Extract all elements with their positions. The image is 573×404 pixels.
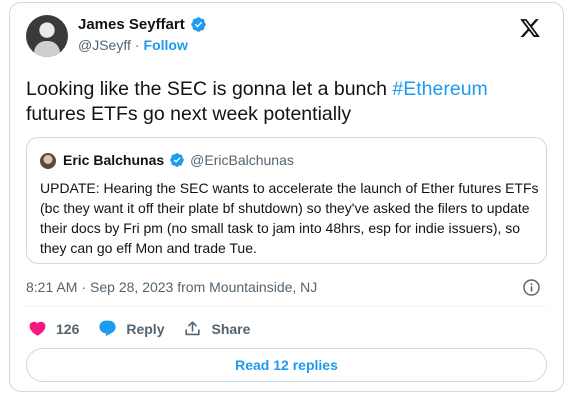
share-button[interactable]: Share [183,319,250,338]
x-logo-icon[interactable] [519,17,541,39]
divider [26,306,547,307]
info-icon[interactable] [522,278,541,297]
reply-button[interactable]: Reply [98,319,164,338]
author-handle-row: @JSeyff · Follow [78,37,188,53]
separator-dot: · [81,279,87,295]
reply-label: Reply [126,320,165,337]
like-button[interactable]: 126 [28,319,79,338]
tweet-text-part: futures ETFs go next week potentially [26,103,352,125]
share-label: Share [211,320,251,337]
hashtag-link[interactable]: #Ethereum [392,78,487,100]
quoted-tweet[interactable]: Eric Balchunas @EricBalchunas UPDATE: He… [26,137,547,264]
separator-dot: · [134,37,140,53]
verified-badge-icon [170,153,184,167]
heart-icon [29,321,46,336]
like-count: 126 [56,320,80,337]
author-handle[interactable]: @JSeyff [78,37,131,53]
tweet-time[interactable]: 8:21 AM [26,279,77,295]
quoted-author-name: Eric Balchunas [63,152,165,168]
tweet-date-location[interactable]: Sep 28, 2023 from Mountainside, NJ [90,279,317,295]
tweet-actions: 126 Reply Share [28,319,269,338]
read-replies-button[interactable]: Read 12 replies [26,348,547,382]
verified-badge-icon [190,17,206,32]
quoted-author-avatar [40,153,56,169]
author-name[interactable]: James Seyffart [78,16,185,33]
share-upload-icon [185,321,201,336]
quoted-tweet-text: UPDATE: Hearing the SEC wants to acceler… [40,180,539,256]
quoted-author-handle: @EricBalchunas [190,152,294,168]
tweet-embed-card: James Seyffart @JSeyff · Follow Looking … [9,2,564,392]
author-avatar[interactable] [26,15,68,57]
tweet-text: Looking like the SEC is gonna let a bunc… [26,77,536,127]
author-name-row: James Seyffart [78,16,207,33]
tweet-metadata: 8:21 AM · Sep 28, 2023 from Mountainside… [26,279,317,295]
tweet-text-part: Looking like the SEC is gonna let a bunc… [26,78,393,100]
quoted-author-row: Eric Balchunas @EricBalchunas [63,152,294,168]
follow-link[interactable]: Follow [144,37,188,53]
speech-bubble-icon [99,320,116,337]
